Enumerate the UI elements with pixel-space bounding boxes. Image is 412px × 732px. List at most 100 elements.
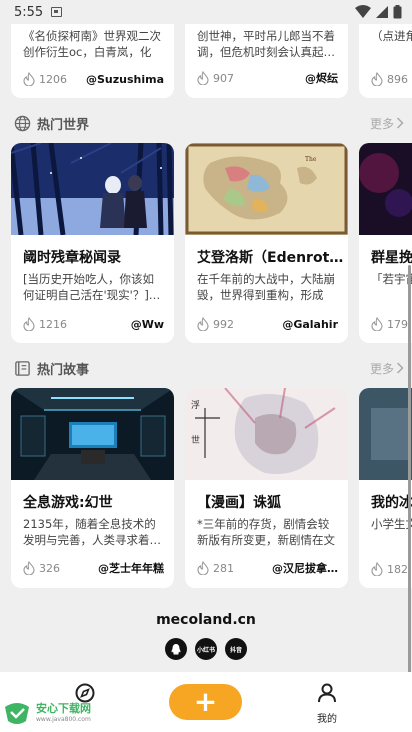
hot-worlds-row: 阈时残章秘闻录 [当历史开始吃人，你该如何证明自己活在'现实'？]… 1216 …: [11, 143, 412, 343]
card-footer: 907 @烬纭: [197, 70, 338, 86]
like-count: 1206: [39, 72, 67, 86]
author-name[interactable]: @Galahir: [282, 318, 338, 331]
card-title: 艾登洛斯（Edenrot…: [197, 250, 344, 266]
app-root: 5:55 《名侦探柯南》世界观二次创作衍生oc，白青岚，化名… 1206 @Su…: [0, 0, 412, 732]
card-title: 全息游戏:幻世: [23, 495, 113, 511]
xiaohongshu-icon[interactable]: 小红书: [195, 638, 217, 660]
like-count: 281: [213, 561, 234, 575]
chevron-right-icon: [396, 117, 404, 129]
card-desc: （点进角曲还有人: [371, 29, 412, 43]
card-footer: 281 @汉尼拔拿…: [197, 560, 338, 576]
story-card-3[interactable]: 我的冰 小学生文病，真的 182: [359, 388, 412, 588]
card-desc: 《名侦探柯南》世界观二次创作衍生oc，白青岚，化名…: [23, 29, 161, 59]
card-desc: 创世神，平时吊儿郎当不着调，但危机时刻会认真起…: [197, 29, 335, 59]
site-footer: mecoland.cn 小红书 抖音: [0, 612, 412, 660]
card-footer: 182: [371, 562, 412, 576]
hot-stories-row: 全息游戏:幻世 2135年，随着全息技术的发明与完善，人类寻求着… 326 @芝…: [11, 388, 412, 588]
world-card-3[interactable]: 群星挽 「若宇宙有星光涌 179: [359, 143, 412, 343]
card-footer: 179: [371, 317, 412, 331]
like-count: 907: [213, 71, 234, 85]
story-cover-image: 浮 世: [185, 388, 348, 480]
qq-icon[interactable]: [165, 638, 187, 660]
watermark-text: 安心下载网 www.java800.com: [36, 703, 91, 725]
card-footer: 992 @Galahir: [197, 317, 338, 331]
status-time: 5:55: [14, 4, 44, 20]
world-cover-image: [359, 143, 412, 235]
card-title: 我的冰: [371, 495, 412, 511]
watermark-logo-icon: [5, 703, 29, 724]
story-cover-image: [359, 388, 412, 480]
flame-icon: [371, 562, 383, 576]
signal-icon: [376, 6, 388, 18]
douyin-icon[interactable]: 抖音: [225, 638, 247, 660]
card-footer: 1216 @Ww: [23, 317, 164, 331]
author-name[interactable]: @烬纭: [305, 70, 338, 86]
flame-icon: [371, 72, 383, 86]
more-label: 更多: [369, 361, 394, 376]
like-count: 896: [387, 72, 408, 86]
flame-icon: [197, 561, 209, 575]
card-desc: 小学生文病，真的: [371, 517, 412, 531]
world-card-2[interactable]: The 艾登洛斯（Edenrot… 在千年前的大战中，大陆崩毁，世界得到重构，形…: [185, 143, 348, 343]
book-icon: [15, 360, 30, 376]
battery-icon: [393, 5, 402, 19]
more-stories-link[interactable]: 更多: [370, 360, 404, 377]
flame-icon: [371, 317, 383, 331]
chevron-right-icon: [396, 362, 404, 374]
like-count: 1216: [39, 317, 67, 331]
notification-icon: [51, 7, 63, 17]
watermark: 安心下载网 www.java800.com: [2, 700, 91, 728]
like-count: 182: [387, 562, 408, 576]
like-count: 179: [387, 317, 408, 331]
svg-text:The: The: [305, 156, 317, 163]
more-worlds-link[interactable]: 更多: [370, 115, 404, 132]
world-card-1[interactable]: 阈时残章秘闻录 [当历史开始吃人，你该如何证明自己活在'现实'？]… 1216 …: [11, 143, 174, 343]
flame-icon: [197, 71, 209, 85]
flame-icon: [23, 561, 35, 575]
card-title: 阈时残章秘闻录: [23, 250, 121, 266]
globe-icon: [14, 115, 31, 131]
like-count: 326: [39, 561, 60, 575]
author-name[interactable]: @汉尼拔拿…: [272, 560, 338, 576]
hot-stories-header: 热门故事 更多: [14, 356, 404, 380]
author-name[interactable]: @Ww: [131, 318, 164, 331]
site-url[interactable]: mecoland.cn: [0, 612, 412, 628]
author-name[interactable]: @Suzushima: [86, 73, 164, 86]
story-card-1[interactable]: 全息游戏:幻世 2135年，随着全息技术的发明与完善，人类寻求着… 326 @芝…: [11, 388, 174, 588]
nav-me[interactable]: 我的: [305, 682, 349, 725]
flame-icon: [23, 317, 35, 331]
card-footer: 326 @芝士年年糕: [23, 560, 164, 576]
feed-scroll[interactable]: 《名侦探柯南》世界观二次创作衍生oc，白青岚，化名… 1206 @Suzushi…: [0, 0, 412, 732]
card-desc: [当历史开始吃人，你该如何证明自己活在'现实'？]…: [23, 272, 161, 302]
scrollbar[interactable]: [408, 265, 411, 700]
wifi-icon: [355, 5, 371, 18]
card-footer: 1206 @Suzushima: [23, 72, 164, 86]
section-title: 热门世界: [37, 117, 90, 133]
svg-text:世: 世: [191, 434, 200, 446]
world-cover-image: [11, 143, 174, 235]
add-button[interactable]: +: [169, 684, 242, 720]
author-name[interactable]: @芝士年年糕: [98, 560, 164, 576]
card-desc: 2135年，随着全息技术的发明与完善，人类寻求着…: [23, 517, 161, 547]
story-card-2[interactable]: 浮 世 【漫画】诛狐 *三年前的存货，剧情会较新版有所变更，新剧情在文游… 28…: [185, 388, 348, 588]
more-label: 更多: [369, 116, 394, 131]
card-title: 【漫画】诛狐: [197, 495, 281, 511]
like-count: 992: [213, 317, 234, 331]
world-cover-image: The: [185, 143, 348, 235]
flame-icon: [23, 72, 35, 86]
card-title: 群星挽: [371, 250, 412, 266]
card-desc: 「若宇宙有星光涌: [371, 272, 412, 286]
card-footer: 896: [371, 72, 412, 86]
svg-text:浮: 浮: [191, 399, 200, 411]
user-icon: [318, 683, 336, 703]
section-title: 热门故事: [37, 362, 90, 378]
nav-me-label: 我的: [317, 714, 337, 725]
social-links: 小红书 抖音: [0, 638, 412, 660]
card-desc: *三年前的存货，剧情会较新版有所变更，新剧情在文游…: [197, 517, 335, 547]
hot-worlds-header: 热门世界 更多: [14, 111, 404, 135]
status-bar: 5:55: [0, 0, 412, 24]
card-desc: 在千年前的大战中，大陆崩毁，世界得到重构，形成了…: [197, 272, 335, 302]
watermark-main: 安心下载网: [36, 702, 91, 715]
story-cover-image: [11, 388, 174, 480]
flame-icon: [197, 317, 209, 331]
